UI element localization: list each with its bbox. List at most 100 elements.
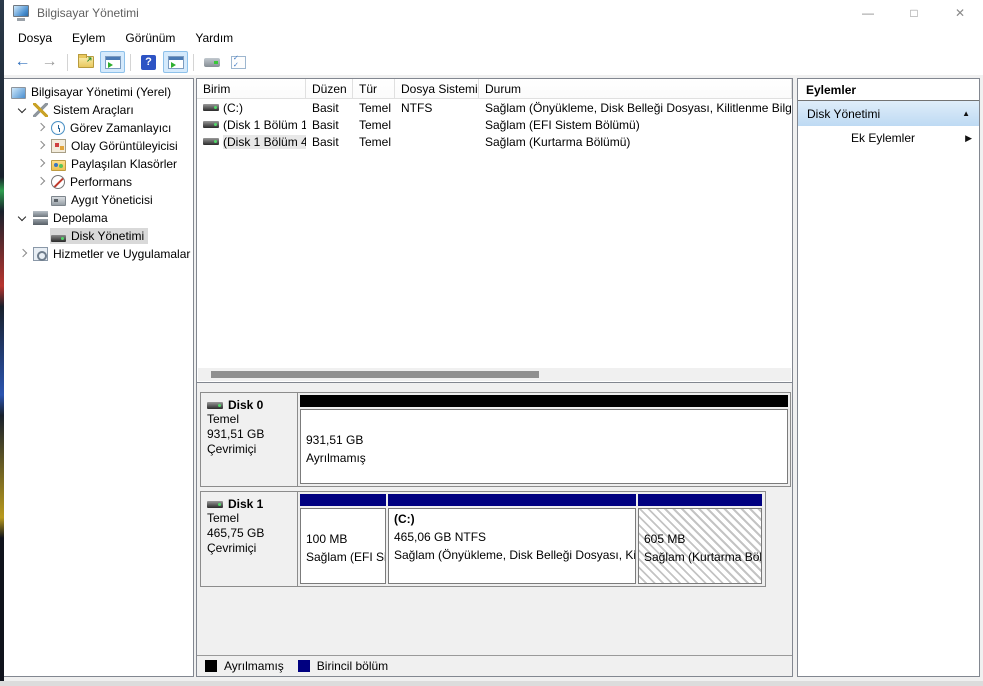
- partition[interactable]: (C:)465,06 GB NTFSSağlam (Önyükleme, Dis…: [388, 494, 636, 584]
- show-console-tree-button[interactable]: [100, 51, 125, 73]
- tree-node[interactable]: Paylaşılan Klasörler: [50, 156, 181, 172]
- disk-graphical-pane: Ayrılmamış Birincil bölüm Disk 0Temel931,…: [196, 383, 793, 677]
- disk-drive-icon: [203, 138, 219, 145]
- partition[interactable]: 931,51 GBAyrılmamış: [300, 395, 788, 484]
- tree-node[interactable]: Görev Zamanlayıcı: [50, 120, 175, 136]
- column-header-4[interactable]: Durum: [479, 79, 792, 98]
- sidebar-item-storage[interactable]: Depolama: [4, 209, 193, 227]
- console-icon: [204, 58, 220, 67]
- partition[interactable]: 605 MBSağlam (Kurtarma Bölümü): [638, 494, 762, 584]
- up-level-button[interactable]: [73, 51, 98, 73]
- disk-1-row: Disk 1Temel465,75 GBÇevrimiçi100 MBSağla…: [200, 491, 766, 587]
- menu-file[interactable]: Dosya: [8, 28, 62, 48]
- volume-cell-tur: Temel: [353, 101, 395, 115]
- tree-node[interactable]: Hizmetler ve Uygulamalar: [32, 246, 194, 262]
- legend-item-primary-partition: Birincil bölüm: [298, 659, 388, 673]
- performance-icon: [51, 175, 65, 189]
- chevron-down-icon[interactable]: [14, 209, 32, 227]
- volume-row[interactable]: (Disk 1 Bölüm 4)BasitTemelSağlam (Kurtar…: [197, 133, 792, 150]
- properties-list-button[interactable]: [226, 51, 251, 73]
- volume-row[interactable]: (Disk 1 Bölüm 1)BasitTemelSağlam (EFI Si…: [197, 116, 792, 133]
- menu-view[interactable]: Görünüm: [115, 28, 185, 48]
- chevron-right-icon[interactable]: [14, 245, 32, 263]
- tree-node[interactable]: Bilgisayar Yönetimi (Yerel): [10, 84, 175, 100]
- sidebar-item-disk-management[interactable]: Disk Yönetimi: [4, 227, 193, 245]
- chevron-right-icon[interactable]: [32, 173, 50, 191]
- show-action-pane-button[interactable]: [163, 51, 188, 73]
- tree-node[interactable]: Depolama: [32, 210, 112, 226]
- volume-cell-tur: Temel: [353, 118, 395, 132]
- partition-color-bar: [638, 494, 762, 506]
- sidebar-item-services-and-applications[interactable]: Hizmetler ve Uygulamalar: [4, 245, 193, 263]
- disk-0-row: Disk 0Temel931,51 GBÇevrimiçi931,51 GBAy…: [200, 392, 791, 487]
- partition-line: 100 MB: [306, 530, 383, 548]
- console-button[interactable]: [199, 51, 224, 73]
- column-header-0[interactable]: Birim: [197, 79, 306, 98]
- help-icon: ?: [141, 55, 156, 70]
- chevron-placeholder: [32, 191, 50, 209]
- disk-icon: [51, 235, 66, 242]
- scrollbar-thumb[interactable]: [211, 371, 539, 378]
- menu-help[interactable]: Yardım: [185, 28, 243, 48]
- maximize-button[interactable]: □: [891, 0, 937, 26]
- help-button[interactable]: ?: [136, 51, 161, 73]
- chevron-right-icon[interactable]: [32, 155, 50, 173]
- column-header-1[interactable]: Düzen: [306, 79, 353, 98]
- disk-drive-icon: [203, 121, 219, 128]
- legend-label: Birincil bölüm: [317, 659, 388, 673]
- volume-cell-fs: NTFS: [395, 101, 479, 115]
- checklist-icon: [231, 56, 246, 69]
- disk-drive-icon: [207, 402, 223, 409]
- window-title: Bilgisayar Yönetimi: [37, 6, 139, 20]
- console-tree-icon: [105, 56, 121, 69]
- back-button[interactable]: ←: [10, 51, 35, 73]
- chevron-right-icon[interactable]: [32, 119, 50, 137]
- sidebar-item-shared-folders[interactable]: Paylaşılan Klasörler: [4, 155, 193, 173]
- sidebar-item-performance[interactable]: Performans: [4, 173, 193, 191]
- tree-node-label: Depolama: [53, 211, 108, 225]
- action-pane-icon: [168, 56, 184, 69]
- collapse-section-icon[interactable]: ▲: [962, 109, 970, 118]
- actions-section-disk-management[interactable]: Disk Yönetimi ▲: [798, 101, 979, 126]
- tree-node[interactable]: Sistem Araçları: [32, 102, 138, 118]
- sidebar-item-system-tools[interactable]: Sistem Araçları: [4, 101, 193, 119]
- volume-cell-duzen: Basit: [306, 135, 353, 149]
- column-header-3[interactable]: Dosya Sistemi: [395, 79, 479, 98]
- partition[interactable]: 100 MBSağlam (EFI Sistem Bölümü): [300, 494, 386, 584]
- legend-item-unallocated: Ayrılmamış: [205, 659, 284, 673]
- close-button[interactable]: ✕: [937, 0, 983, 26]
- sidebar-item-device-manager[interactable]: Aygıt Yöneticisi: [4, 191, 193, 209]
- folder-up-icon: [78, 56, 94, 68]
- horizontal-scrollbar[interactable]: [198, 368, 791, 381]
- volume-row[interactable]: (C:)BasitTemelNTFSSağlam (Önyükleme, Dis…: [197, 99, 792, 116]
- sidebar-item-computer-management-root[interactable]: Bilgisayar Yönetimi (Yerel): [4, 83, 193, 101]
- tree-node[interactable]: Aygıt Yöneticisi: [50, 192, 157, 208]
- more-actions-item[interactable]: Ek Eylemler ▶: [798, 126, 979, 150]
- chevron-placeholder: [32, 227, 50, 245]
- legend-swatch: [205, 660, 217, 672]
- partition-line: Sağlam (Kurtarma Bölümü): [644, 548, 759, 566]
- tree-node[interactable]: Performans: [50, 174, 136, 190]
- tree-node-label: Disk Yönetimi: [71, 229, 144, 243]
- forward-button[interactable]: →: [37, 51, 62, 73]
- partition-line: Ayrılmamış: [306, 449, 785, 467]
- legend-label: Ayrılmamış: [224, 659, 284, 673]
- menu-bar: DosyaEylemGörünümYardım: [4, 26, 983, 49]
- partition-line: Sağlam (EFI Sistem Bölümü): [306, 548, 383, 566]
- partition-info: 605 MBSağlam (Kurtarma Bölümü): [638, 508, 762, 584]
- chevron-down-icon[interactable]: [14, 101, 32, 119]
- volume-cell-durum: Sağlam (Kurtarma Bölümü): [479, 135, 792, 149]
- tree-node[interactable]: Disk Yönetimi: [50, 228, 148, 244]
- sidebar-item-event-viewer[interactable]: Olay Görüntüleyicisi: [4, 137, 193, 155]
- disk-1-label[interactable]: Disk 1Temel465,75 GBÇevrimiçi: [201, 492, 298, 586]
- tree-node[interactable]: Olay Görüntüleyicisi: [50, 138, 182, 154]
- sidebar-item-task-scheduler[interactable]: Görev Zamanlayıcı: [4, 119, 193, 137]
- menu-action[interactable]: Eylem: [62, 28, 115, 48]
- disk-0-label[interactable]: Disk 0Temel931,51 GBÇevrimiçi: [201, 393, 298, 486]
- chevron-right-icon[interactable]: [32, 137, 50, 155]
- column-header-2[interactable]: Tür: [353, 79, 395, 98]
- partition-line: 931,51 GB: [306, 431, 785, 449]
- disk-size: 465,75 GB: [207, 526, 297, 541]
- minimize-button[interactable]: —: [845, 0, 891, 26]
- partition-title: (C:): [394, 511, 633, 528]
